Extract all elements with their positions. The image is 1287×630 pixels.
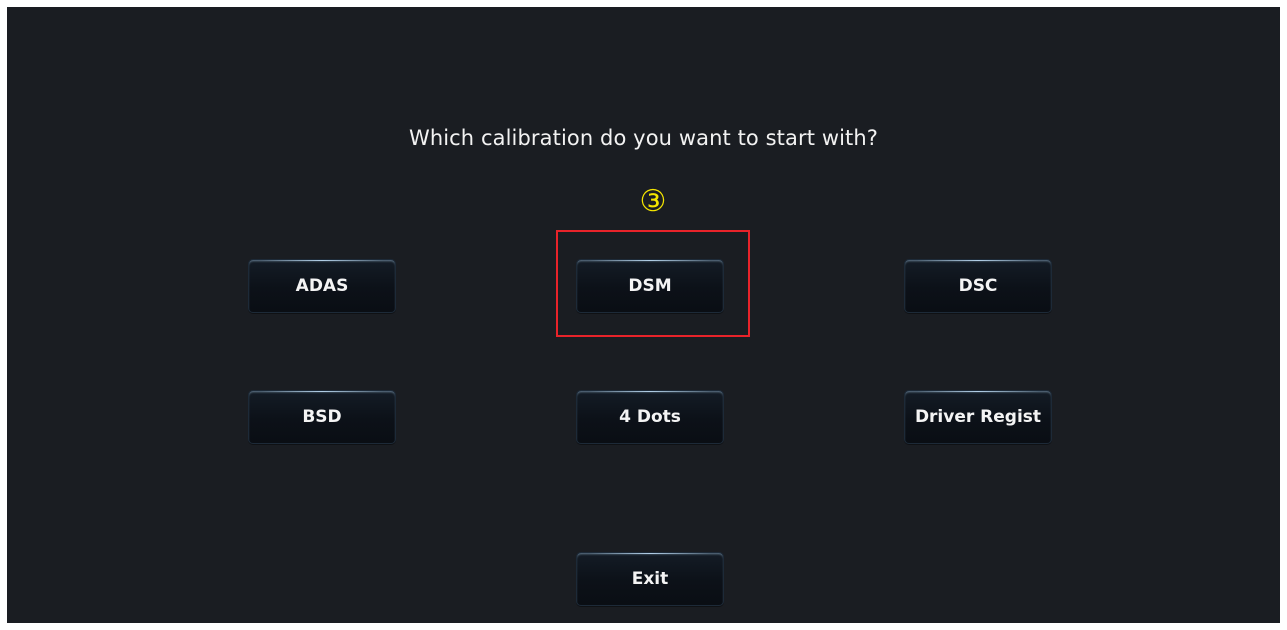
driver-regist-button[interactable]: Driver Regist xyxy=(904,390,1052,444)
adas-button[interactable]: ADAS xyxy=(248,259,396,313)
calibration-prompt: Which calibration do you want to start w… xyxy=(408,126,879,150)
four-dots-button-label: 4 Dots xyxy=(619,407,681,427)
exit-button-label: Exit xyxy=(631,569,669,589)
dsc-button-label: DSC xyxy=(958,276,998,296)
bsd-button-label: BSD xyxy=(302,407,342,427)
exit-button[interactable]: Exit xyxy=(576,552,724,606)
dsc-button[interactable]: DSC xyxy=(904,259,1052,313)
adas-button-label: ADAS xyxy=(295,276,349,296)
step-marker-annotation: ③ xyxy=(639,184,667,219)
bsd-button[interactable]: BSD xyxy=(248,390,396,444)
calibration-screen: Which calibration do you want to start w… xyxy=(7,7,1280,623)
four-dots-button[interactable]: 4 Dots xyxy=(576,390,724,444)
dsm-highlight-annotation xyxy=(556,230,750,337)
driver-regist-button-label: Driver Regist xyxy=(914,407,1042,427)
